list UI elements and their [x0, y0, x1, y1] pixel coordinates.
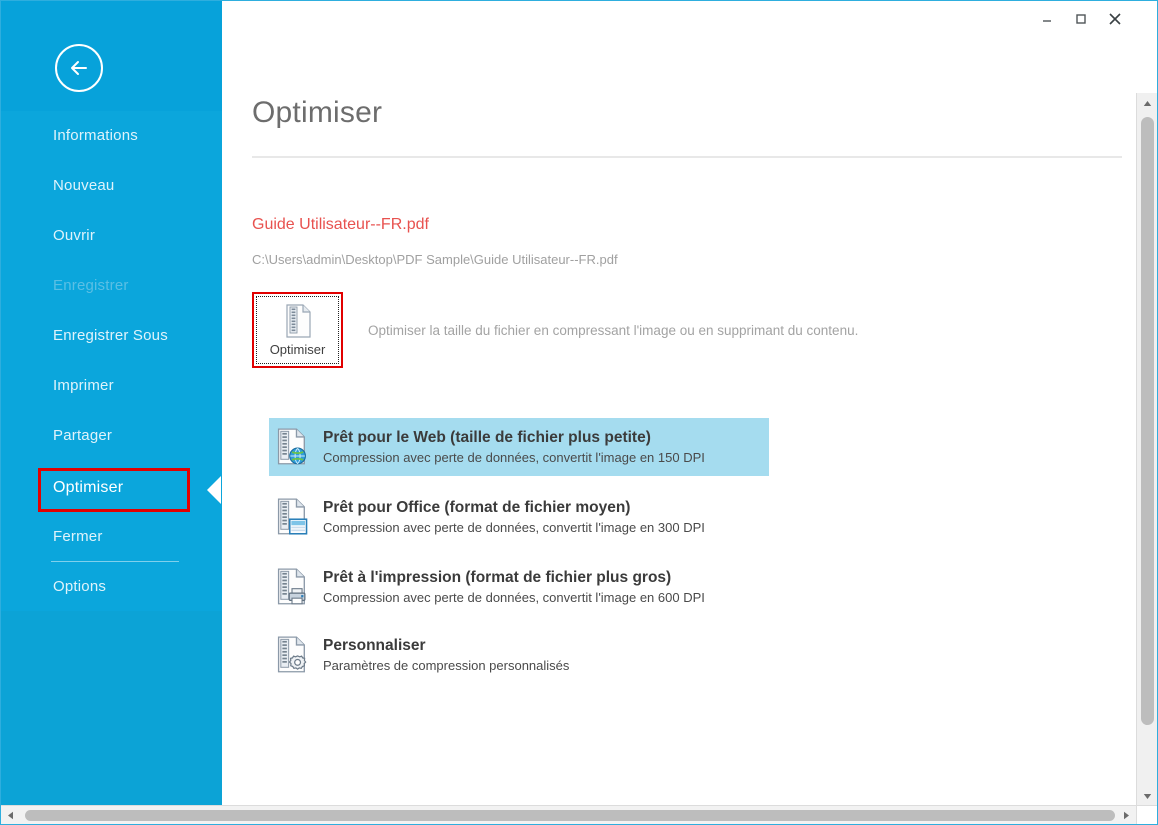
sidebar-item-optimiser[interactable]: Optimiser — [1, 463, 222, 513]
option-row-office[interactable]: Prêt pour Office (format de fichier moye… — [269, 488, 769, 546]
option-title: Prêt pour Office (format de fichier moye… — [323, 499, 631, 516]
sidebar-item-label: Informations — [53, 127, 138, 144]
option-texts: Personnaliser Paramètres de compression … — [323, 637, 569, 673]
sidebar-item-enregistrer-sous[interactable]: Enregistrer Sous — [1, 311, 222, 361]
application-window: Informations Nouveau Ouvrir Enregistrer … — [0, 0, 1158, 825]
sidebar-item-label: Fermer — [53, 528, 103, 545]
chevron-down-icon — [1143, 794, 1152, 799]
back-button[interactable] — [55, 44, 103, 92]
optimize-description: Optimiser la taille du fichier en compre… — [368, 323, 859, 338]
option-texts: Prêt pour le Web (taille de fichier plus… — [323, 429, 705, 465]
maximize-button[interactable] — [1064, 4, 1098, 34]
option-texts: Prêt à l'impression (format de fichier p… — [323, 569, 705, 605]
optimize-action-button-label: Optimiser — [269, 341, 326, 357]
title-divider — [252, 156, 1122, 158]
zipped-document-web-icon — [277, 428, 306, 465]
sidebar-item-enregistrer: Enregistrer — [1, 261, 222, 311]
option-subtitle: Compression avec perte de données, conve… — [323, 590, 705, 605]
chevron-right-icon — [1124, 811, 1129, 819]
sidebar-item-nouveau[interactable]: Nouveau — [1, 161, 222, 211]
vertical-scrollbar-thumb[interactable] — [1141, 117, 1154, 725]
vertical-scrollbar[interactable] — [1136, 93, 1157, 807]
option-title: Prêt à l'impression (format de fichier p… — [323, 569, 672, 586]
sidebar-item-label: Enregistrer — [53, 277, 129, 294]
sidebar-item-options[interactable]: Options — [1, 562, 222, 612]
option-title: Prêt pour le Web (taille de fichier plus… — [323, 429, 651, 446]
content-pane: Optimiser Guide Utilisateur--FR.pdf C:\U… — [222, 1, 1136, 807]
option-subtitle: Paramètres de compression personnalisés — [323, 658, 570, 673]
minimize-icon — [1043, 20, 1051, 22]
horizontal-scrollbar-thumb[interactable] — [25, 810, 1115, 821]
sidebar-item-fermer[interactable]: Fermer — [1, 512, 222, 562]
zipped-document-office-icon — [277, 498, 308, 535]
zipped-document-icon — [285, 303, 311, 338]
sidebar-item-informations[interactable]: Informations — [1, 111, 222, 161]
minimize-button[interactable] — [1030, 4, 1064, 34]
chevron-up-icon — [1143, 101, 1152, 106]
scroll-down-button[interactable] — [1137, 786, 1157, 807]
sidebar-item-label: Nouveau — [53, 177, 115, 194]
optimize-action-button-inner: Optimiser — [256, 296, 339, 364]
close-button[interactable] — [1098, 4, 1132, 34]
sidebar: Informations Nouveau Ouvrir Enregistrer … — [1, 1, 222, 807]
option-row-web[interactable]: Prêt pour le Web (taille de fichier plus… — [269, 418, 769, 476]
zipped-document-settings-icon — [277, 636, 307, 673]
sidebar-item-label: Ouvrir — [53, 227, 96, 244]
chevron-left-icon — [8, 811, 13, 819]
scroll-up-button[interactable] — [1137, 93, 1157, 114]
optimize-action-button[interactable]: Optimiser — [252, 292, 343, 368]
page-title: Optimiser — [252, 96, 383, 129]
scrollbar-corner — [1136, 805, 1157, 824]
sidebar-item-label: Imprimer — [53, 377, 114, 394]
sidebar-item-partager[interactable]: Partager — [1, 411, 222, 461]
sidebar-item-ouvrir[interactable]: Ouvrir — [1, 211, 222, 261]
file-name: Guide Utilisateur--FR.pdf — [252, 216, 429, 233]
scroll-left-button[interactable] — [1, 806, 20, 824]
option-title: Personnaliser — [323, 637, 426, 654]
sidebar-item-label: Enregistrer Sous — [53, 327, 168, 344]
sidebar-selection-pointer — [207, 476, 221, 504]
sidebar-item-label: Options — [53, 578, 107, 595]
option-row-print[interactable]: Prêt à l'impression (format de fichier p… — [269, 558, 769, 616]
close-icon — [1109, 13, 1121, 25]
option-texts: Prêt pour Office (format de fichier moye… — [323, 499, 705, 535]
sidebar-item-label: Optimiser — [53, 479, 124, 496]
sidebar-item-imprimer[interactable]: Imprimer — [1, 361, 222, 411]
maximize-icon — [1076, 14, 1086, 24]
zipped-document-print-icon — [277, 568, 306, 605]
sidebar-divider — [51, 561, 179, 562]
option-subtitle: Compression avec perte de données, conve… — [323, 450, 705, 465]
option-subtitle: Compression avec perte de données, conve… — [323, 520, 705, 535]
option-row-custom[interactable]: Personnaliser Paramètres de compression … — [269, 626, 769, 684]
back-arrow-icon — [71, 61, 87, 75]
sidebar-item-label: Partager — [53, 427, 113, 444]
file-path: C:\Users\admin\Desktop\PDF Sample\Guide … — [252, 252, 618, 267]
scroll-right-button[interactable] — [1117, 806, 1136, 824]
horizontal-scrollbar[interactable] — [1, 805, 1157, 824]
sidebar-header — [1, 1, 222, 111]
window-controls — [1030, 3, 1132, 35]
